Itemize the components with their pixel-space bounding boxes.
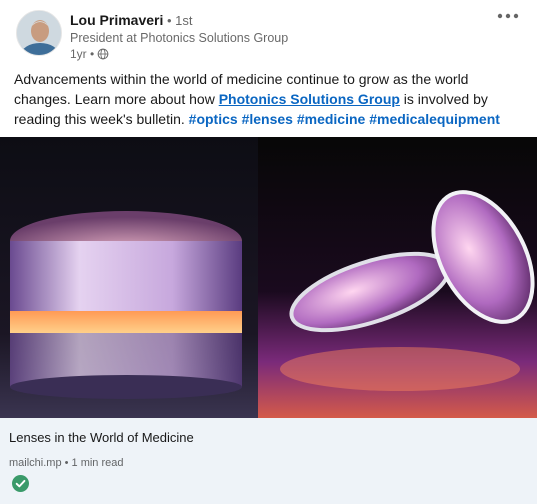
post-text: Advancements within the world of medicin… — [14, 69, 514, 129]
post-meta: 1yr • — [70, 47, 109, 61]
author-avatar[interactable] — [16, 10, 62, 56]
author-headline: President at Photonics Solutions Group — [70, 31, 289, 45]
author-name[interactable]: Lou Primaveri — [70, 12, 163, 28]
post-time: 1yr • — [70, 47, 95, 61]
link-card[interactable]: Lenses in the World of Medicine mailchi.… — [0, 418, 537, 504]
more-options-button[interactable] — [495, 6, 521, 26]
hashtag-link[interactable]: #optics — [189, 111, 238, 127]
check-circle-icon — [12, 475, 29, 492]
lens-photo — [0, 137, 537, 418]
post-header: Lou Primaveri • 1st President at Photoni… — [0, 0, 537, 68]
card-meta: mailchi.mp • 1 min read — [9, 457, 124, 469]
hashtag-link[interactable]: #lenses — [242, 111, 293, 127]
hashtag-link[interactable]: #medicalequipment — [369, 111, 500, 127]
company-link[interactable]: Photonics Solutions Group — [219, 91, 400, 107]
connection-degree: • 1st — [163, 13, 193, 28]
globe-icon — [97, 48, 109, 60]
author-name-line: Lou Primaveri • 1st — [70, 11, 193, 30]
hashtag-link[interactable]: #medicine — [297, 111, 365, 127]
card-title[interactable]: Lenses in the World of Medicine — [9, 430, 194, 445]
avatar-photo — [17, 11, 61, 55]
more-dots-icon — [497, 13, 519, 19]
post-image[interactable] — [0, 137, 537, 418]
